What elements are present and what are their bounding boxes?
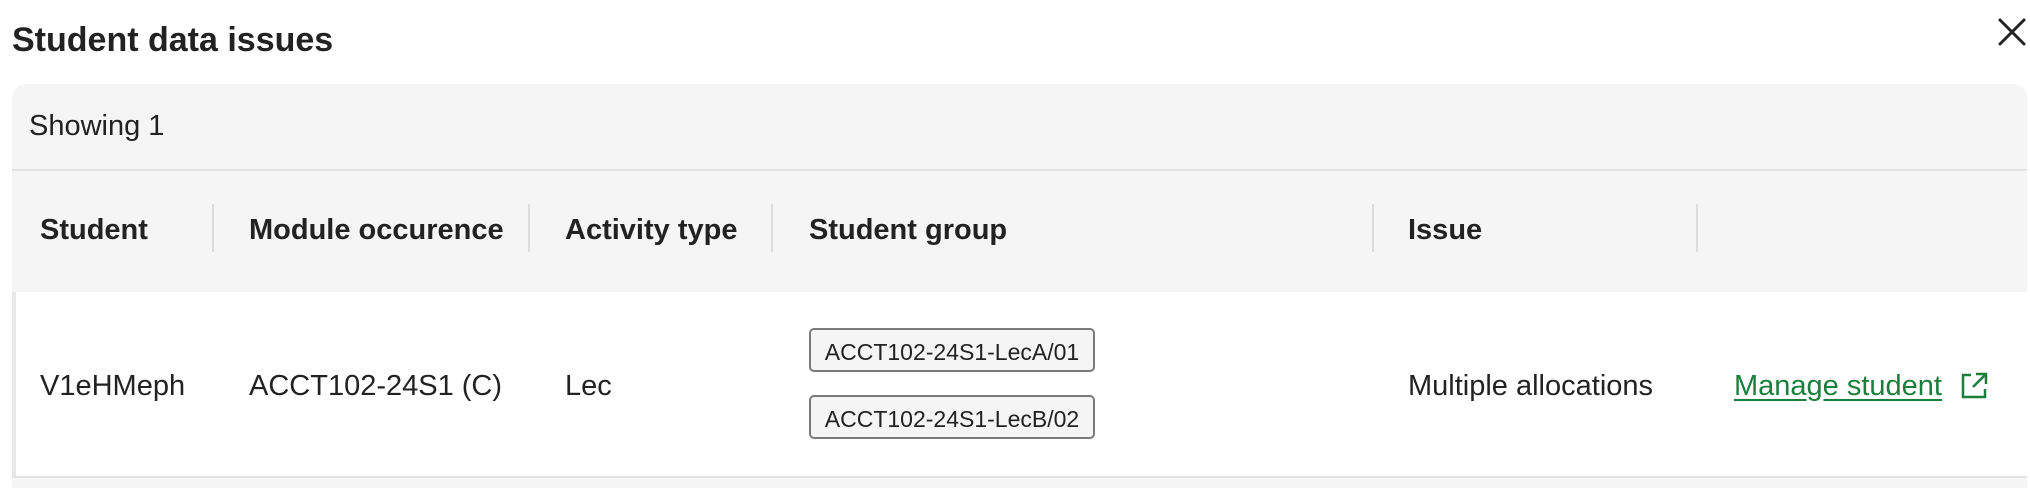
dialog-header: Student data issues <box>0 0 2030 80</box>
column-header-student-group[interactable]: Student group <box>809 208 1007 252</box>
close-button[interactable] <box>1992 10 2030 54</box>
column-header-issue[interactable]: Issue <box>1408 208 1482 252</box>
results-count-bar: Showing 1 <box>12 84 2027 171</box>
close-icon <box>1998 18 2026 46</box>
column-header-activity-type[interactable]: Activity type <box>565 208 737 252</box>
column-divider <box>212 204 214 252</box>
cell-module-occurrence: ACCT102-24S1 (C) <box>249 370 503 402</box>
manage-student-link[interactable]: Manage student <box>1734 364 1942 408</box>
cell-student: V1eHMeph <box>40 370 186 402</box>
column-header-module-occurrence[interactable]: Module occurence <box>249 208 504 252</box>
column-divider <box>1372 204 1374 252</box>
student-group-tag: ACCT102-24S1-LecB/02 <box>809 395 1095 439</box>
row-left-edge <box>12 292 16 476</box>
cell-activity-type: Lec <box>565 370 612 402</box>
dialog-title: Student data issues <box>12 21 334 59</box>
student-group-tag: ACCT102-24S1-LecA/01 <box>809 328 1095 372</box>
column-header-student[interactable]: Student <box>40 208 148 252</box>
column-divider <box>1696 204 1698 252</box>
results-count: Showing 1 <box>29 110 165 142</box>
column-divider <box>771 204 773 252</box>
column-divider <box>528 204 530 252</box>
external-link-icon[interactable] <box>1958 370 1990 402</box>
cell-issue: Multiple allocations <box>1408 370 1654 402</box>
